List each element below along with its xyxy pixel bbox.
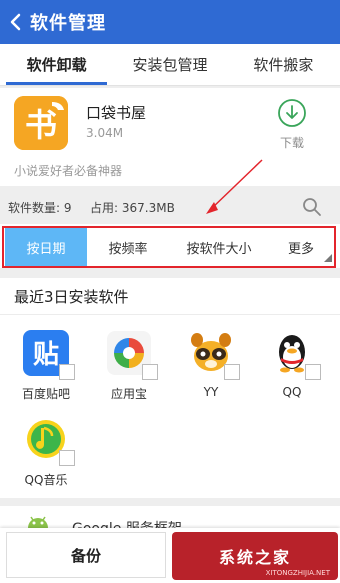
select-checkbox[interactable]: [59, 364, 75, 380]
recent-app-yy[interactable]: YY: [176, 330, 246, 399]
watermark-url: XITONGZHIJIA.NET: [265, 569, 330, 577]
recent-app-yingyongbao[interactable]: 应用宝: [94, 330, 164, 402]
select-checkbox[interactable]: [142, 364, 158, 380]
yingyongbao-icon: [106, 330, 158, 380]
search-button[interactable]: [302, 197, 322, 221]
watermark-logo: 系统之家 XITONGZHIJIA.NET: [172, 532, 338, 580]
recent-app-label: 百度贴吧: [21, 387, 70, 401]
recent-installs-title: 最近3日安装软件: [14, 288, 129, 306]
recent-app-label: QQ: [282, 385, 302, 399]
recent-app-qqmusic[interactable]: QQ音乐: [11, 416, 81, 488]
storage-usage: 占用: 367.3MB: [90, 200, 175, 215]
backup-button[interactable]: 备份: [6, 532, 166, 578]
yy-raccoon-icon: [188, 330, 240, 380]
recent-app-tieba[interactable]: 贴 百度贴吧: [11, 330, 81, 402]
divider: [0, 314, 340, 315]
sort-bar: 按日期 按频率 按软件大小 更多: [0, 224, 340, 268]
watermark-text: 系统之家: [218, 548, 291, 567]
annotation-highlight-box: [2, 226, 336, 268]
svg-text:贴: 贴: [33, 340, 59, 370]
stats-row: 软件数量: 9 占用: 367.3MB: [0, 194, 340, 220]
qq-penguin-icon: [269, 330, 321, 380]
select-checkbox[interactable]: [224, 364, 240, 380]
tieba-icon: 贴: [23, 330, 75, 380]
recent-app-qq[interactable]: QQ: [257, 330, 327, 399]
recent-app-label: QQ音乐: [24, 473, 68, 487]
select-checkbox[interactable]: [305, 364, 321, 380]
recent-installs-section: 最近3日安装软件 贴 百度贴吧 应用宝 YY QQ QQ音乐: [0, 278, 340, 498]
dropdown-corner-icon: [324, 254, 332, 262]
bottom-bar: 备份 系统之家 XITONGZHIJIA.NET: [0, 528, 340, 583]
app-count: 软件数量: 9: [8, 200, 72, 215]
search-icon: [303, 198, 321, 216]
qqmusic-icon: [23, 416, 75, 466]
recent-app-label: 应用宝: [110, 387, 147, 401]
select-checkbox[interactable]: [59, 450, 75, 466]
recent-app-label: YY: [203, 385, 219, 399]
